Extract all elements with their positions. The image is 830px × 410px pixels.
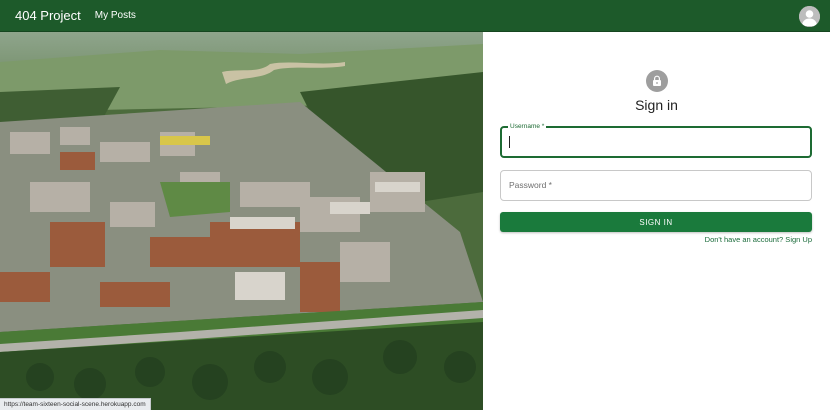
nav-my-posts[interactable]: My Posts: [95, 10, 136, 21]
signup-link[interactable]: Don't have an account? Sign Up: [705, 235, 812, 244]
link-status-bar: https://team-sixteen-social-scene.heroku…: [0, 398, 151, 410]
person-icon: [799, 6, 820, 27]
username-label: Username *: [508, 122, 547, 131]
signin-button[interactable]: SIGN IN: [500, 212, 812, 232]
text-caret: [509, 136, 510, 148]
signin-title: Sign in: [635, 97, 678, 113]
signin-panel: Sign in Username * Password * SIGN IN Do…: [483, 32, 830, 410]
campus-aerial-illustration: [0, 32, 483, 410]
campus-aerial-photo: [0, 32, 483, 410]
user-avatar[interactable]: [799, 6, 820, 27]
top-app-bar: 404 Project My Posts: [0, 0, 830, 32]
lock-icon: [653, 75, 661, 86]
password-field[interactable]: Password *: [500, 170, 812, 201]
app-title[interactable]: 404 Project: [15, 8, 81, 23]
username-field[interactable]: Username *: [500, 122, 812, 158]
lock-icon-badge: [646, 70, 668, 92]
password-placeholder: Password *: [509, 180, 552, 190]
